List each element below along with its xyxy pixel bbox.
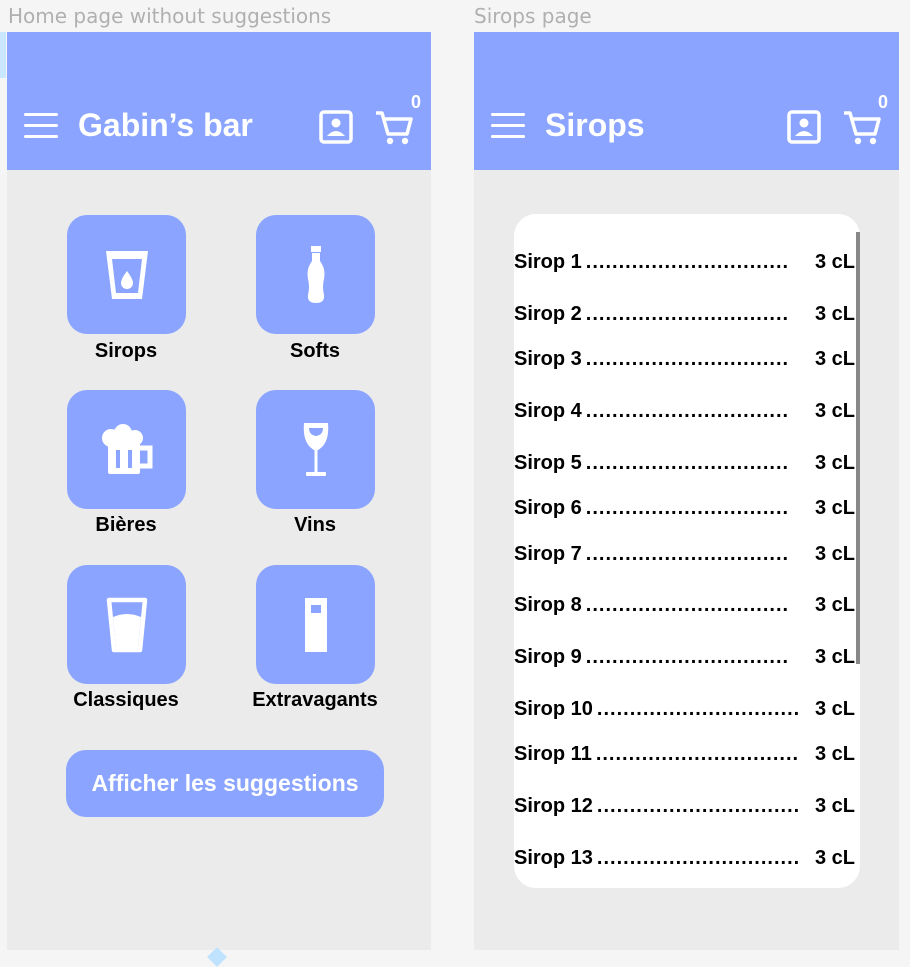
item-quantity: 3 cL [814,795,855,817]
item-name: Sirop 8 [514,594,582,616]
list-item[interactable]: Sirop 6............................... 3 … [514,490,855,520]
cart-count-badge: 0 [878,92,889,112]
list-scrollbar[interactable] [856,232,860,664]
cart-icon[interactable] [374,107,414,147]
list-item[interactable]: Sirop 10............................... 3… [514,691,855,721]
item-quantity: 3 cL [814,743,855,765]
frame-label-home: Home page without suggestions [8,4,332,28]
sirops-screen: Sirops 0 Sirop 1........................… [474,32,899,950]
item-name: Sirop 9 [514,646,582,668]
list-item[interactable]: Sirop 12............................... 3… [514,788,855,818]
menu-icon[interactable] [491,113,525,141]
item-leader-dots: ............................... [585,251,790,273]
category-tile-sirops[interactable] [67,215,186,334]
profile-icon[interactable] [786,109,822,145]
category-label: Vins [294,514,336,536]
page-title: Sirops [545,107,645,143]
list-item[interactable]: Sirop 13............................... 3… [514,840,855,870]
item-quantity: 3 cL [814,543,855,565]
list-item[interactable]: Sirop 3............................... 3 … [514,341,855,371]
item-name: Sirop 3 [514,348,582,370]
category-label: Softs [290,340,340,362]
show-suggestions-button[interactable]: Afficher les suggestions [66,750,384,817]
item-leader-dots: ............................... [585,303,790,325]
category-tile-bieres[interactable] [67,390,186,509]
item-quantity: 3 cL [814,594,855,616]
app-header: Sirops 0 [474,32,899,170]
category-label: Sirops [94,340,158,362]
list-item[interactable]: Sirop 1............................... 3 … [514,244,855,274]
item-quantity: 3 cL [814,497,855,519]
profile-icon[interactable] [318,109,354,145]
sirop-list[interactable]: Sirop 1............................... 3 … [514,214,860,888]
item-leader-dots: ............................... [596,847,801,869]
list-item[interactable]: Sirop 7............................... 3 … [514,536,855,566]
item-name: Sirop 12 [514,795,593,817]
list-item[interactable]: Sirop 11............................... 3… [514,736,855,766]
list-item[interactable]: Sirop 5............................... 3 … [514,445,855,475]
list-item[interactable]: Sirop 4............................... 3 … [514,393,855,423]
app-header: Gabin’s bar 0 [7,32,431,170]
list-item[interactable]: Sirop 2............................... 3 … [514,296,855,326]
item-quantity: 3 cL [814,400,855,422]
category-label: Classiques [73,689,179,711]
item-name: Sirop 13 [514,847,593,869]
item-name: Sirop 11 [514,743,592,765]
item-leader-dots: ............................... [596,795,801,817]
water-glass-icon [106,597,147,652]
tall-can-icon [304,597,327,652]
beer-mug-icon [101,423,152,474]
item-quantity: 3 cL [814,698,855,720]
item-leader-dots: ............................... [585,497,790,519]
cart-count-badge: 0 [411,92,422,112]
selection-marker [0,32,6,78]
item-quantity: 3 cL [814,452,855,474]
item-quantity: 3 cL [814,348,855,370]
category-tile-softs[interactable] [256,215,375,334]
item-quantity: 3 cL [814,251,855,273]
item-name: Sirop 7 [514,543,582,565]
item-quantity: 3 cL [814,646,855,668]
item-name: Sirop 5 [514,452,582,474]
list-item[interactable]: Sirop 9............................... 3 … [514,639,855,669]
item-leader-dots: ............................... [585,400,790,422]
wine-glass-icon [303,422,328,476]
home-screen: Gabin’s bar 0 Sirops Softs Bières Vins C… [7,32,431,950]
item-name: Sirop 2 [514,303,582,325]
page-title: Gabin’s bar [78,107,253,143]
category-tile-extravagants[interactable] [256,565,375,684]
item-leader-dots: ............................... [585,348,790,370]
category-tile-vins[interactable] [256,390,375,509]
item-name: Sirop 10 [514,698,593,720]
menu-icon[interactable] [24,113,58,141]
category-label: Extravagants [252,689,378,711]
item-name: Sirop 1 [514,251,582,273]
category-label: Bières [95,514,157,536]
bottle-icon [307,245,324,303]
item-leader-dots: ............................... [585,646,790,668]
list-item[interactable]: Sirop 8............................... 3 … [514,587,855,617]
item-leader-dots: ............................... [585,452,790,474]
item-leader-dots: ............................... [585,543,790,565]
frame-label-sirops: Sirops page [474,4,592,28]
item-quantity: 3 cL [814,303,855,325]
glass-drop-icon [105,250,148,299]
item-leader-dots: ............................... [585,594,790,616]
item-name: Sirop 6 [514,497,582,519]
item-name: Sirop 4 [514,400,582,422]
item-leader-dots: ............................... [596,698,801,720]
selection-marker [207,947,227,967]
item-leader-dots: ............................... [595,743,800,765]
category-tile-classiques[interactable] [67,565,186,684]
item-quantity: 3 cL [814,847,855,869]
cart-icon[interactable] [842,107,882,147]
